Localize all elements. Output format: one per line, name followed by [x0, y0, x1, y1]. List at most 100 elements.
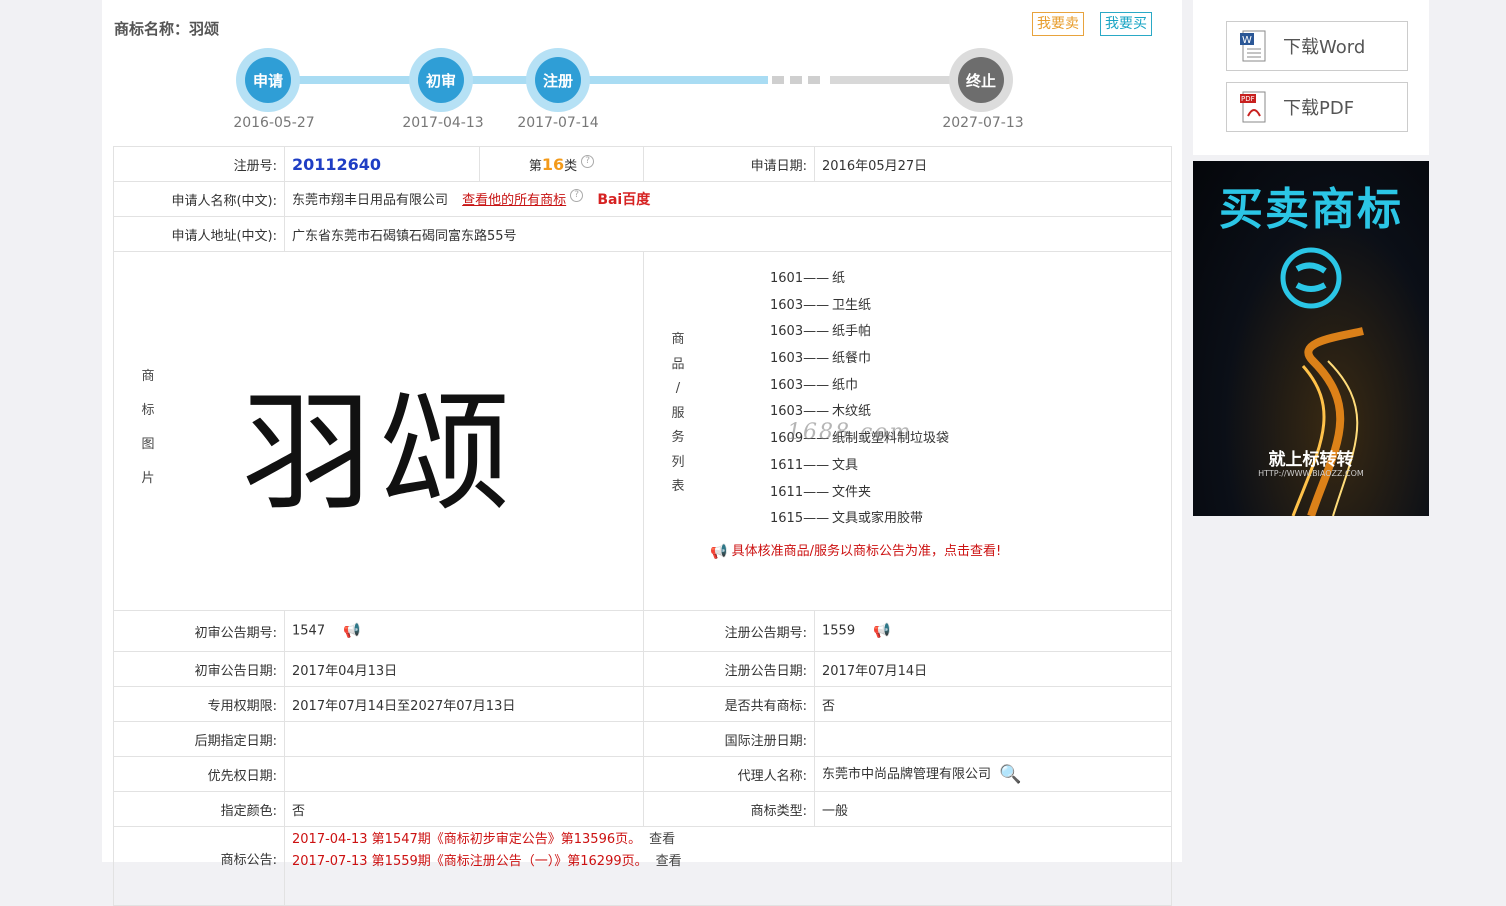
announce-cell: 2017-04-13 第1547期《商标初步审定公告》第13596页。 查看 20…	[284, 826, 1172, 906]
list-item: 1615—— 文具或家用胶带	[770, 506, 949, 533]
ad-slogan: 就上标转转	[1268, 450, 1354, 470]
later-date-label: 后期指定日期:	[113, 721, 285, 757]
prelim-no-value: 1547	[292, 623, 326, 639]
list-item: 1611—— 文件夹	[770, 480, 949, 507]
help-icon[interactable]: ?	[570, 189, 584, 202]
goods-code: 1603——	[770, 351, 830, 367]
step-label: 初审	[418, 57, 464, 103]
goods-label: 商 品 / 服 务 列 表	[668, 328, 688, 500]
download-pdf-button[interactable]: PDF 下载PDF	[1226, 82, 1408, 132]
list-item: 2017-04-13 第1547期《商标初步审定公告》第13596页。 查看	[292, 829, 1164, 851]
list-item: 1603—— 卫生纸	[770, 293, 949, 320]
timeline-step-register: 注册	[526, 48, 590, 112]
timeline-dash	[808, 76, 820, 84]
announce-text: 2017-04-13 第1547期《商标初步审定公告》第13596页。	[292, 832, 642, 847]
color-value: 否	[284, 791, 644, 827]
download-pdf-label: 下载PDF	[1283, 98, 1355, 119]
type-value: 一般	[814, 791, 1172, 827]
svg-text:PDF: PDF	[1241, 95, 1255, 103]
label-char: 商	[141, 369, 155, 384]
reg-no-label: 注册号:	[113, 146, 285, 182]
trademark-title-label: 商标名称：	[114, 20, 190, 38]
list-item: 1603—— 纸手帕	[770, 319, 949, 346]
type-label: 商标类型:	[643, 791, 815, 827]
goods-name: 木纹纸	[832, 404, 872, 420]
reg-ann-no-label: 注册公告期号:	[643, 610, 815, 652]
reg-ann-date-label: 注册公告日期:	[643, 651, 815, 687]
goods-code: 1603——	[770, 377, 830, 393]
timeline-step-apply: 申请	[236, 48, 300, 112]
goods-name: 卫生纸	[832, 297, 872, 313]
class-prefix: 第	[528, 158, 542, 174]
app-date-value: 2016年05月27日	[814, 146, 1172, 182]
timeline-bar-completed	[268, 76, 768, 84]
agent-value: 东莞市中尚品牌管理有限公司	[822, 767, 992, 782]
list-item: 1603—— 纸餐巾	[770, 346, 949, 373]
word-doc-icon: W	[1239, 29, 1269, 63]
class-suffix: 类	[564, 158, 578, 174]
goods-notice-text[interactable]: 具体核准商品/服务以商标公告为准，点击查看!	[732, 544, 1002, 559]
prelim-date-label: 初审公告日期:	[113, 651, 285, 687]
goods-code: 1601——	[770, 271, 830, 286]
view-link[interactable]: 查看	[649, 832, 675, 847]
megaphone-icon[interactable]: 📢	[873, 623, 890, 639]
class-number: 16	[541, 154, 565, 174]
reg-ann-no-cell: 1559 📢	[814, 610, 1172, 652]
goods-notice[interactable]: 📢 具体核准商品/服务以商标公告为准，点击查看!	[710, 540, 1001, 560]
address-label: 申请人地址(中文):	[113, 216, 285, 252]
agent-cell: 东莞市中尚品牌管理有限公司 🔍	[814, 756, 1172, 792]
announce-label: 商标公告:	[113, 826, 285, 906]
help-icon[interactable]: ?	[581, 154, 595, 168]
shared-value: 否	[814, 686, 1172, 722]
ad-url: HTTP://WWW.BIAOZZ.COM	[1258, 469, 1364, 478]
trademark-image: 羽颂	[242, 377, 519, 529]
timeline-dash	[790, 76, 802, 84]
step-date: 2017-04-13	[402, 115, 484, 131]
list-item: 1603—— 木纹纸	[770, 399, 949, 426]
step-date: 2016-05-27	[233, 115, 315, 131]
list-item: 1603—— 纸巾	[770, 373, 949, 400]
color-label: 指定颜色:	[113, 791, 285, 827]
agent-label: 代理人名称:	[643, 756, 815, 792]
sell-button[interactable]: 我要卖	[1032, 12, 1084, 36]
applicant-value: 东莞市翔丰日用品有限公司	[292, 193, 449, 208]
all-marks-link[interactable]: 查看他的所有商标	[462, 193, 566, 208]
trademark-title-value: 羽颂	[189, 20, 220, 38]
shared-label: 是否共有商标:	[643, 686, 815, 722]
goods-code: 1603——	[770, 404, 830, 420]
goods-code: 1611——	[770, 484, 830, 500]
list-item: 2017-07-13 第1559期《商标注册公告（一）》第16299页。 查看	[292, 851, 1164, 873]
download-word-button[interactable]: W 下载Word	[1226, 21, 1408, 71]
goods-name: 文具	[832, 457, 859, 473]
reg-ann-date-value: 2017年07月14日	[814, 651, 1172, 687]
search-icon[interactable]: 🔍	[999, 764, 1021, 785]
list-item: 1601—— 纸	[770, 266, 949, 293]
intl-date-value	[814, 721, 1172, 757]
label-char: /	[675, 381, 681, 396]
trademark-info-table: 注册号: 20112640 第16类? 申请日期: 2016年05月27日 申请…	[113, 146, 1172, 906]
exclusive-label: 专用权期限:	[113, 686, 285, 722]
exclusive-value: 2017年07月14日至2027年07月13日	[284, 686, 644, 722]
goods-name: 纸手帕	[832, 324, 872, 340]
megaphone-icon[interactable]: 📢	[343, 623, 360, 639]
timeline-dash	[772, 76, 784, 84]
buy-button[interactable]: 我要买	[1100, 12, 1152, 36]
list-item: 1611—— 文具	[770, 453, 949, 480]
label-char: 服	[671, 405, 685, 421]
label-char: 表	[671, 479, 685, 494]
goods-name: 文具或家用胶带	[832, 511, 924, 527]
ad-banner[interactable]: 买卖商标 就上标转转 HTTP://WWW.BIAOZZ.COM	[1193, 161, 1429, 516]
reg-ann-no-value: 1559	[822, 623, 856, 639]
app-date-label: 申请日期:	[643, 146, 815, 182]
step-label: 申请	[245, 57, 291, 103]
goods-code: 1611——	[770, 457, 830, 473]
timeline-step-terminate: 终止	[949, 48, 1013, 112]
priority-label: 优先权日期:	[113, 756, 285, 792]
goods-name: 纸餐巾	[832, 351, 872, 367]
priority-value	[284, 756, 644, 792]
goods-code: 1615——	[770, 511, 830, 527]
label-char: 图	[141, 437, 155, 452]
baidu-search-link[interactable]: Bai百度	[597, 192, 650, 208]
applicant-cell: 东莞市翔丰日用品有限公司 查看他的所有商标? Bai百度	[284, 181, 1172, 217]
goods-list: 1601—— 纸 1603—— 卫生纸 1603—— 纸手帕 1603—— 纸餐巾 16…	[770, 266, 949, 533]
